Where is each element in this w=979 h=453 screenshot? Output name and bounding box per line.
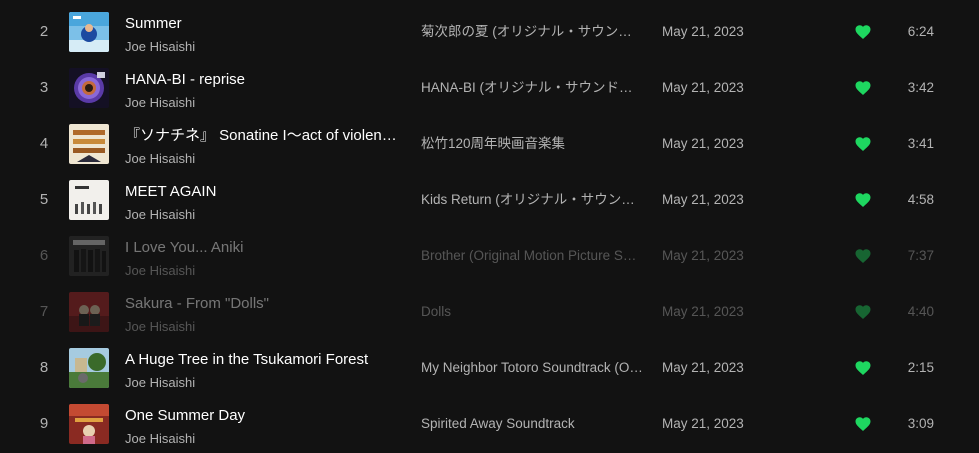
track-artist[interactable]: Joe Hisaishi [125,431,400,447]
hanabi-cover-icon [69,68,109,108]
date-added: May 21, 2023 [662,24,744,39]
track-number: 3 [39,79,49,96]
heart-filled-icon[interactable] [854,79,872,97]
track-row[interactable]: 3 HANA-BI - reprise Joe Hisaishi HANA-BI… [0,60,979,116]
heart-filled-icon[interactable] [854,23,872,41]
heart-filled-icon[interactable] [854,415,872,433]
date-added: May 21, 2023 [662,360,744,375]
track-album[interactable]: Kids Return (オリジナル・サウンドトラック) [421,172,643,228]
album-cover [69,292,109,332]
track-artist[interactable]: Joe Hisaishi [125,263,400,279]
heart-filled-icon[interactable] [854,135,872,153]
track-title[interactable]: MEET AGAIN [125,183,400,201]
track-row[interactable]: 6 I Love You... Aniki Joe Hisaishi Broth… [0,228,979,284]
track-album[interactable]: Spirited Away Soundtrack [421,396,643,452]
track-duration: 7:37 [907,248,934,263]
track-title[interactable]: Sakura - From "Dolls" [125,295,400,313]
track-number: 5 [39,191,49,208]
track-title[interactable]: HANA-BI - reprise [125,71,400,89]
dolls-cover-icon [69,292,109,332]
track-duration: 2:15 [907,360,934,375]
track-album[interactable]: 菊次郎の夏 (オリジナル・サウンドトラック) [421,4,643,60]
kids-return-cover-icon [69,180,109,220]
track-row[interactable]: 5 MEET AGAIN Joe Hisaishi Kids Return (オ… [0,172,979,228]
track-album[interactable]: Brother (Original Motion Picture Soundtr… [421,228,643,284]
track-number: 4 [39,135,49,152]
track-number: 7 [39,303,49,320]
track-artist[interactable]: Joe Hisaishi [125,95,400,111]
album-cover [69,236,109,276]
brother-cover-icon [69,236,109,276]
album-cover [69,348,109,388]
track-duration: 4:40 [907,304,934,319]
track-artist[interactable]: Joe Hisaishi [125,207,400,223]
date-added: May 21, 2023 [662,192,744,207]
shochiku-cover-icon [69,124,109,164]
track-duration: 6:24 [907,24,934,39]
track-duration: 3:42 [907,80,934,95]
track-duration: 4:58 [907,192,934,207]
heart-filled-icon[interactable] [854,359,872,377]
track-row[interactable]: 8 A Huge Tree in the Tsukamori Forest Jo… [0,340,979,396]
track-title[interactable]: 『ソナチネ』 Sonatine I〜act of violence〜 [125,127,400,145]
totoro-cover-icon [69,348,109,388]
heart-filled-icon[interactable] [854,191,872,209]
date-added: May 21, 2023 [662,304,744,319]
date-added: May 21, 2023 [662,136,744,151]
track-artist[interactable]: Joe Hisaishi [125,375,400,391]
track-number: 6 [39,247,49,264]
track-album[interactable]: 松竹120周年映画音楽集 [421,116,643,172]
track-number: 9 [39,415,49,432]
track-album[interactable]: Dolls [421,284,643,340]
album-cover [69,68,109,108]
track-artist[interactable]: Joe Hisaishi [125,319,400,335]
track-duration: 3:41 [907,136,934,151]
track-duration: 3:09 [907,416,934,431]
track-title[interactable]: Summer [125,15,400,33]
summer-cover-icon [69,12,109,52]
track-row[interactable]: 4 『ソナチネ』 Sonatine I〜act of violence〜 Joe… [0,116,979,172]
heart-filled-icon[interactable] [854,303,872,321]
track-row[interactable]: 2 Summer Joe Hisaishi 菊次郎の夏 (オリジナル・サウンドト… [0,4,979,60]
track-title[interactable]: A Huge Tree in the Tsukamori Forest [125,351,400,369]
tracklist: 2 Summer Joe Hisaishi 菊次郎の夏 (オリジナル・サウンドト… [0,0,979,453]
track-album[interactable]: HANA-BI (オリジナル・サウンドトラック) [421,60,643,116]
track-number: 8 [39,359,49,376]
album-cover [69,124,109,164]
track-artist[interactable]: Joe Hisaishi [125,151,400,167]
track-row[interactable]: 7 Sakura - From "Dolls" Joe Hisaishi Dol… [0,284,979,340]
date-added: May 21, 2023 [662,416,744,431]
album-cover [69,180,109,220]
track-title[interactable]: One Summer Day [125,407,400,425]
album-cover [69,404,109,444]
track-title[interactable]: I Love You... Aniki [125,239,400,257]
track-number: 2 [39,23,49,40]
track-artist[interactable]: Joe Hisaishi [125,39,400,55]
track-row[interactable]: 9 One Summer Day Joe Hisaishi Spirited A… [0,396,979,452]
track-album[interactable]: My Neighbor Totoro Soundtrack (Original) [421,340,643,396]
album-cover [69,12,109,52]
spirited-away-cover-icon [69,404,109,444]
date-added: May 21, 2023 [662,80,744,95]
date-added: May 21, 2023 [662,248,744,263]
heart-filled-icon[interactable] [854,247,872,265]
